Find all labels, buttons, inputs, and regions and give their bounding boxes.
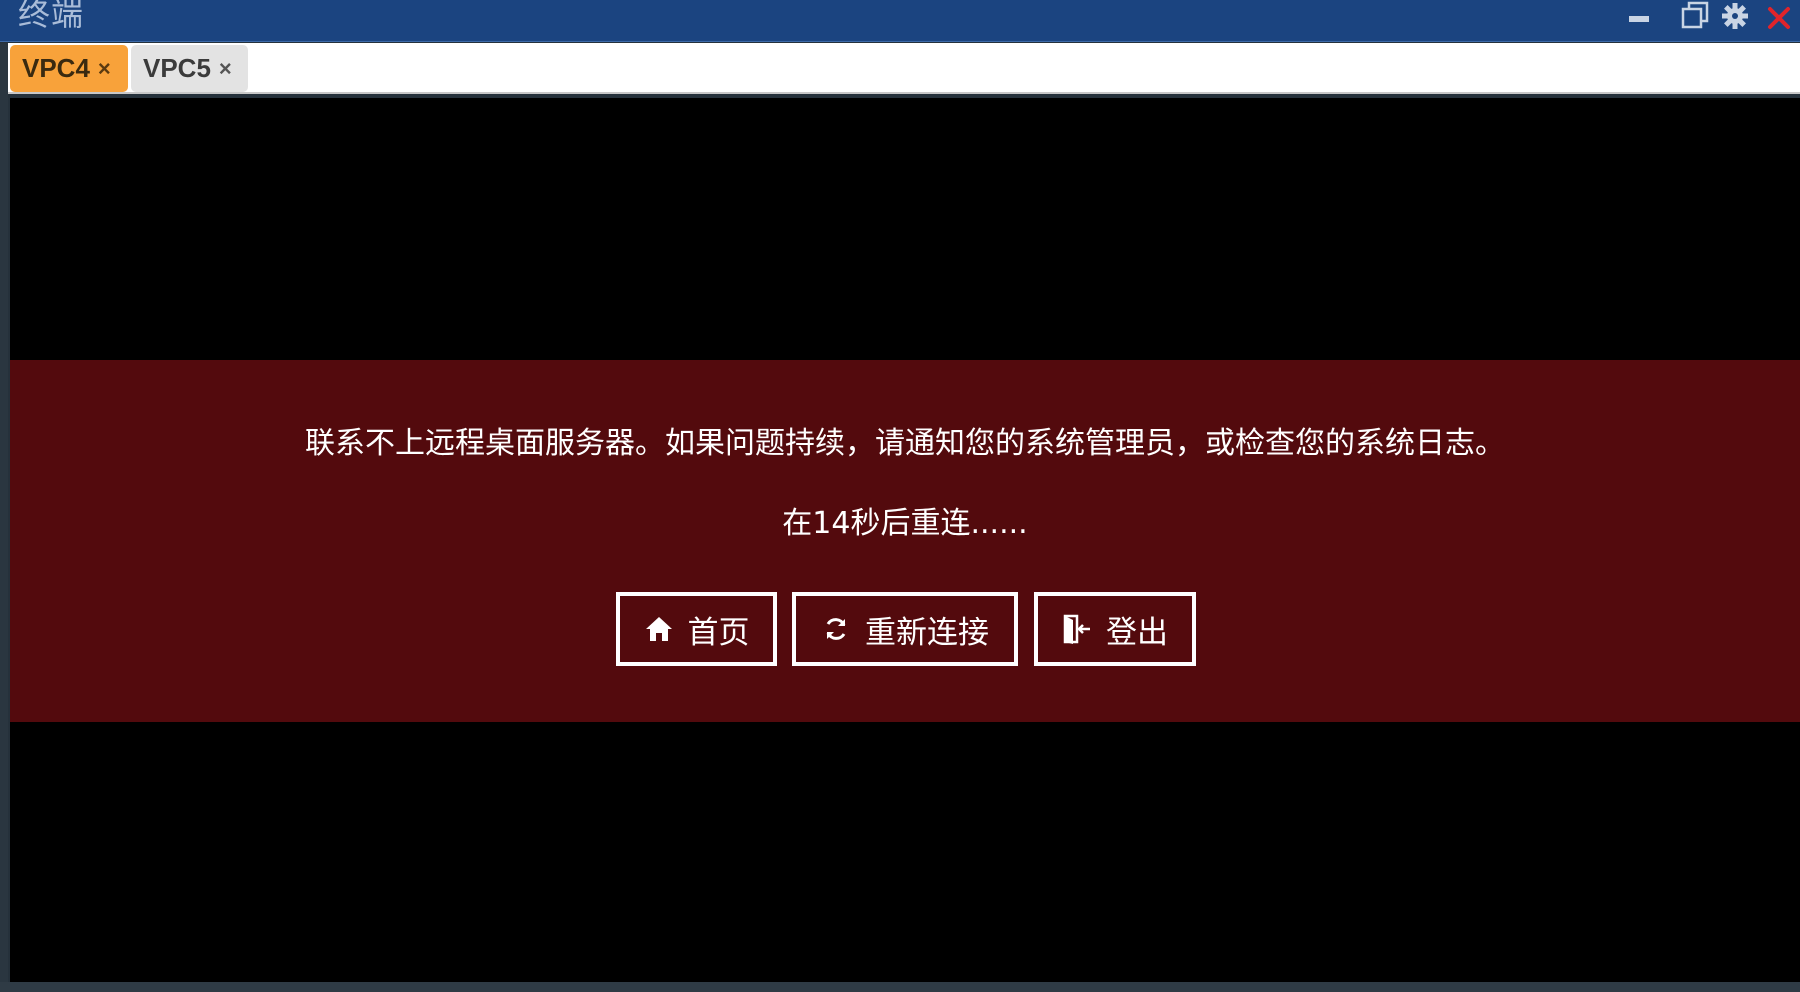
- logout-button[interactable]: 登出: [1034, 592, 1196, 666]
- window-title: 终端: [18, 0, 85, 33]
- error-actions: 首页 重新连接 登出: [10, 592, 1800, 668]
- tab-label: VPC4: [22, 53, 90, 83]
- terminal-window: 终端 VPC4 × VPC5 × 联系不上远程桌面服务器。如果问题持续，请通知您…: [0, 0, 1800, 992]
- error-message: 联系不上远程桌面服务器。如果问题持续，请通知您的系统管理员，或检查您的系统日志。: [305, 426, 1505, 461]
- home-icon: [644, 614, 674, 644]
- tab-label: VPC5: [143, 53, 211, 83]
- title-bar: 终端: [0, 0, 1800, 42]
- logout-button-label: 登出: [1106, 614, 1168, 651]
- reconnect-button[interactable]: 重新连接: [792, 592, 1018, 666]
- tab-close-icon[interactable]: ×: [98, 56, 111, 82]
- home-button-label: 首页: [687, 614, 750, 651]
- remote-desktop-viewport[interactable]: 联系不上远程桌面服务器。如果问题持续，请通知您的系统管理员，或检查您的系统日志。…: [10, 98, 1800, 982]
- logout-icon: [1062, 614, 1092, 644]
- tab-close-icon[interactable]: ×: [219, 56, 232, 82]
- window-left-edge: [0, 43, 8, 992]
- tab-vpc4[interactable]: VPC4 ×: [10, 45, 128, 92]
- minimize-icon[interactable]: [1622, 0, 1656, 34]
- restore-icon[interactable]: [1678, 0, 1712, 34]
- tab-bar: VPC4 × VPC5 ×: [8, 43, 1800, 94]
- gear-icon[interactable]: [1718, 0, 1752, 34]
- reconnect-countdown: 在14秒后重连......: [782, 506, 1028, 541]
- home-button[interactable]: 首页: [616, 592, 777, 666]
- window-bottom-edge: [0, 982, 1800, 992]
- tab-vpc5[interactable]: VPC5 ×: [131, 45, 248, 92]
- refresh-icon: [821, 614, 851, 644]
- reconnect-button-label: 重新连接: [865, 614, 989, 651]
- close-icon[interactable]: [1762, 0, 1796, 34]
